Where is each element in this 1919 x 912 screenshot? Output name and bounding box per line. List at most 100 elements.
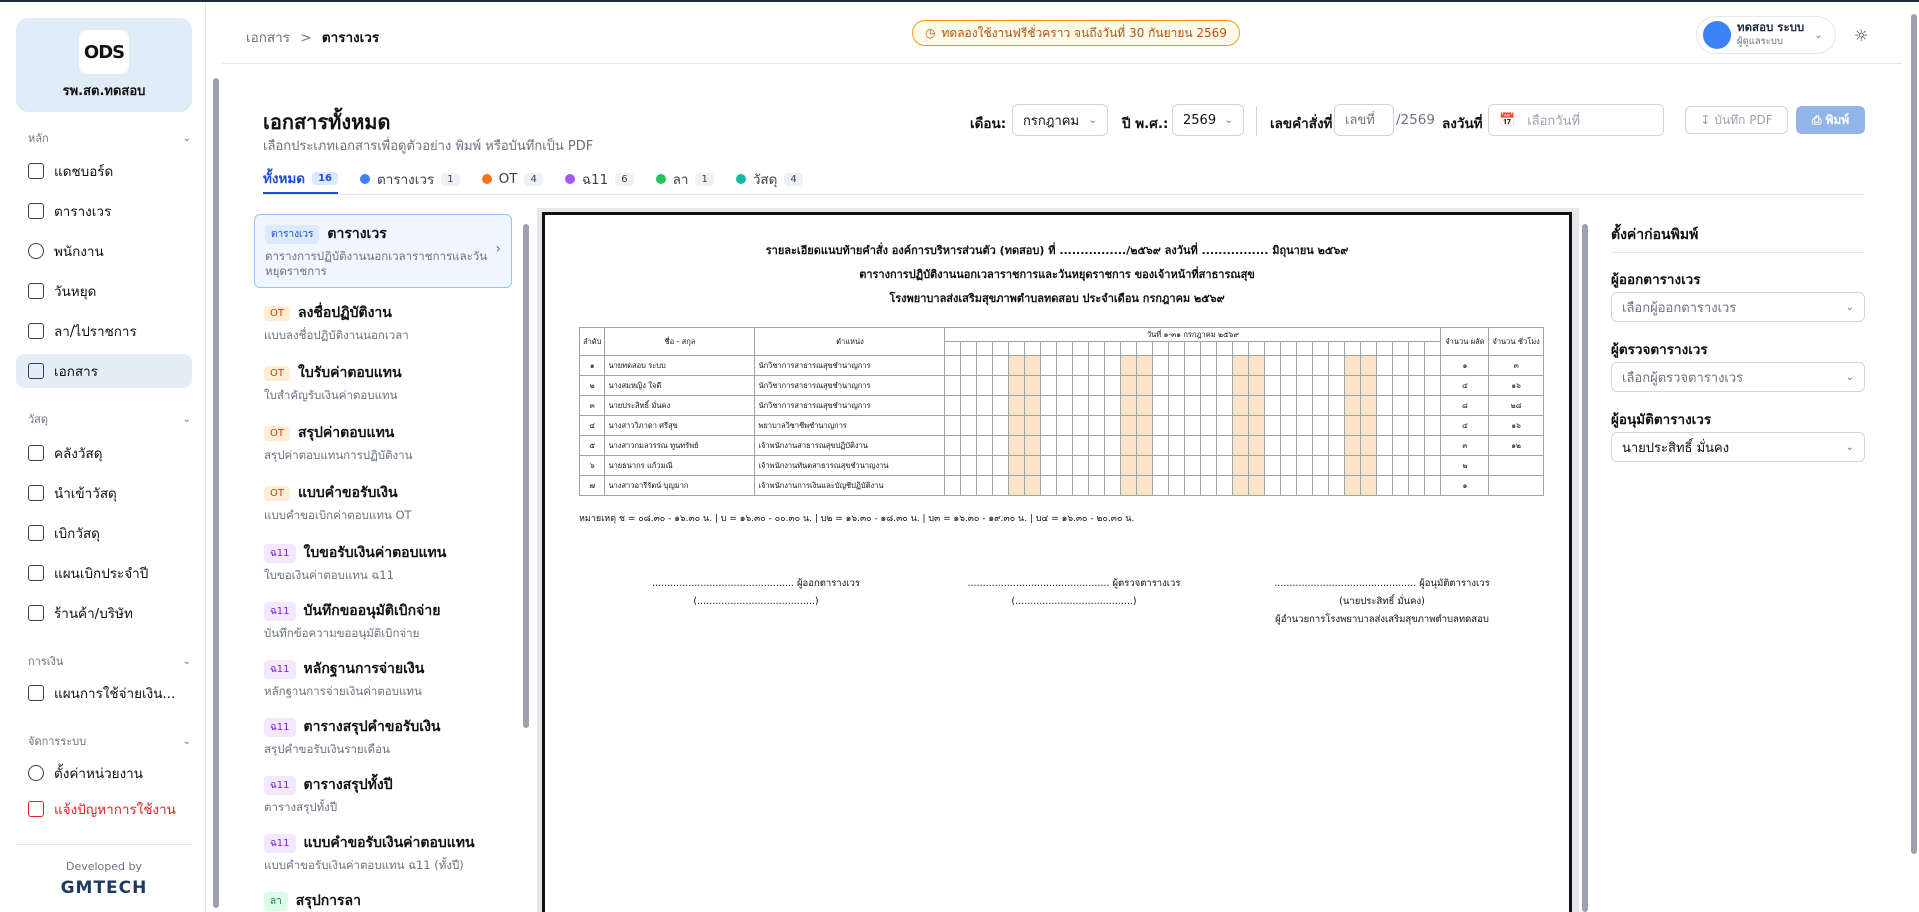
date-placeholder: เลือกวันที่ — [1527, 113, 1581, 129]
day-cell — [1360, 415, 1378, 436]
day-cell — [1312, 475, 1330, 496]
document-title: บันทึกขออนุมัติเบิกจ่าย — [303, 603, 441, 619]
document-item[interactable]: ฉ11 หลักฐานการจ่ายเงิน หลักฐานการจ่ายเงินค… — [254, 650, 512, 707]
tab-ot[interactable]: OT 4 — [481, 164, 543, 194]
day-cell — [1248, 375, 1266, 396]
save-pdf-label: บันทึก PDF — [1714, 112, 1773, 127]
document-item[interactable]: OT ใบรับค่าตอบแทน ใบสำคัญรับเงินค่าตอบแทน — [254, 354, 512, 411]
day-header — [1024, 341, 1042, 356]
brand-name: รพ.สต.ทดสอบ — [62, 84, 146, 99]
approver-select[interactable]: นายประสิทธิ์ มั่นคง ⌄ — [1611, 432, 1865, 462]
document-item[interactable]: ฉ11 ตารางสรุปทั้งปี ตารางสรุปทั้งปี — [254, 766, 512, 823]
sidebar-item-leave[interactable]: ลา/ไปราชการ — [16, 314, 192, 348]
day-cell — [960, 355, 978, 376]
day-cell — [1216, 435, 1234, 456]
sidebar-scrollbar[interactable] — [212, 10, 220, 908]
year-select[interactable]: 2569 ⌄ — [1172, 104, 1244, 136]
checker-select[interactable]: เลือกผู้ตรวจตารางเวร ⌄ — [1611, 362, 1865, 392]
nav-section-supplies[interactable]: วัสดุ ⌄ — [28, 410, 191, 428]
preview-scrollbar[interactable] — [1581, 210, 1589, 912]
day-cell — [944, 395, 962, 416]
order-number-input[interactable] — [1334, 104, 1394, 136]
day-cell — [1232, 375, 1250, 396]
tab-ch11[interactable]: ฉ11 6 — [564, 164, 634, 194]
day-cell — [976, 415, 994, 436]
document-item[interactable]: ฉ11 ตารางสรุปคำขอรับเงิน สรุปคำขอรับเงินรา… — [254, 708, 512, 765]
day-cell — [976, 355, 994, 376]
day-cell — [1312, 395, 1330, 416]
day-cell — [1248, 475, 1266, 496]
nav-section-main[interactable]: หลัก ⌄ — [28, 129, 191, 147]
sidebar-item-schedule[interactable]: ตารางเวร — [16, 194, 192, 228]
scrollbar-thumb[interactable] — [523, 224, 529, 728]
sidebar-item-import[interactable]: นำเข้าวัสดุ — [16, 476, 192, 510]
tab-all[interactable]: ทั้งหมด 16 — [263, 164, 338, 194]
document-item[interactable]: ฉ11 บันทึกขออนุมัติเบิกจ่าย บันทึกข้อความข… — [254, 592, 512, 649]
day-header — [1152, 341, 1170, 356]
day-cell — [1344, 475, 1362, 496]
day-cell — [1376, 355, 1394, 376]
document-desc: ใบสำคัญรับเงินค่าตอบแทน — [264, 388, 398, 402]
user-menu[interactable]: ทดสอบ ระบบ ผู้ดูแลระบบ ⌄ — [1696, 16, 1836, 54]
document-desc: ใบขอเงินค่าตอบแทน ฉ11 — [264, 568, 394, 582]
scrollbar-thumb[interactable] — [1911, 14, 1917, 854]
sidebar-item-spending-plan[interactable]: แผนการใช้จ่ายเงิน... — [16, 676, 192, 710]
document-item[interactable]: ฉ11 ใบขอรับเงินค่าตอบแทน ใบขอเงินค่าตอบแทน… — [254, 534, 512, 591]
document-item[interactable]: ลาสรุปการลารายงานสรุปวันลาของพนักงาน — [254, 882, 512, 912]
scrollbar-thumb[interactable] — [1582, 224, 1588, 912]
sidebar-item-documents[interactable]: เอกสาร — [16, 354, 192, 388]
table-row: ๖นายธนากร แก้วมณี เจ้าพนักงานทันตสาธารณสุ… — [578, 455, 1544, 476]
sidebar-item-annual-plan[interactable]: แผนเบิกประจำปี — [16, 556, 192, 590]
sidebar-item-employees[interactable]: พนักงาน — [16, 234, 192, 268]
print-button[interactable]: ⎙ พิมพ์ — [1796, 106, 1865, 134]
save-pdf-button[interactable]: ↧ บันทึก PDF — [1685, 106, 1788, 134]
scrollbar-thumb[interactable] — [213, 78, 219, 908]
sidebar-item-vendors[interactable]: ร้านค้า/บริษัท — [16, 596, 192, 630]
document-badge: OT — [264, 305, 290, 321]
sidebar-item-inventory[interactable]: คลังวัสดุ — [16, 436, 192, 470]
day-cell — [960, 475, 978, 496]
document-item[interactable]: OT แบบคำขอรับเงิน แบบคำขอเบิกค่าตอบแทน OT — [254, 474, 512, 531]
day-header — [1392, 341, 1410, 356]
sidebar-item-report-issue[interactable]: แจ้งปัญหาการใช้งาน — [16, 792, 192, 826]
date-picker[interactable]: 📅 เลือกวันที่ — [1488, 104, 1664, 136]
day-cell — [1200, 395, 1218, 416]
day-cell — [1024, 455, 1042, 476]
cell-hours: ๑๖ — [1488, 415, 1544, 436]
month-select[interactable]: กรกฎาคม ⌄ — [1012, 104, 1108, 136]
document-item[interactable]: ฉ11 แบบคำขอรับเงินค่าตอบแทน แบบคำขอรับเงิน… — [254, 824, 512, 881]
nav-section-admin[interactable]: จัดการระบบ ⌄ — [28, 732, 191, 750]
document-item[interactable]: ตารางเวร ตารางเวร ตารางการปฏิบัติงานนอกเวล… — [254, 214, 512, 288]
document-title: ใบรับค่าตอบแทน — [297, 365, 402, 381]
doc-heading-3: โรงพยาบาลส่งเสริมสุขภาพตำบลทดสอบ ประจำเด… — [889, 292, 1225, 305]
sidebar-item-withdraw[interactable]: เบิกวัสดุ — [16, 516, 192, 550]
document-item[interactable]: OT ลงชื่อปฏิบัติงาน แบบลงชื่อปฏิบัติงานนอก… — [254, 294, 512, 351]
tab-leave[interactable]: ลา 1 — [655, 164, 714, 194]
day-cell — [1184, 415, 1202, 436]
issuer-select[interactable]: เลือกผู้ออกตารางเวร ⌄ — [1611, 292, 1865, 322]
day-header — [1040, 341, 1058, 356]
document-list-scrollbar[interactable] — [522, 210, 530, 912]
tab-count: 4 — [524, 172, 543, 186]
brand-card[interactable]: ODS รพ.สต.ทดสอบ — [16, 18, 192, 112]
tab-supplies[interactable]: วัสดุ 4 — [735, 164, 803, 194]
page-scrollbar[interactable] — [1910, 4, 1918, 912]
sidebar-item-settings[interactable]: ตั้งค่าหน่วยงาน — [16, 756, 192, 790]
sidebar-item-dashboard[interactable]: แดชบอร์ด — [16, 154, 192, 188]
day-cell — [1008, 395, 1026, 416]
nav-section-finance[interactable]: การเงิน ⌄ — [28, 652, 191, 670]
day-cell — [1120, 375, 1138, 396]
calendar-icon: 📅 — [1499, 112, 1516, 128]
doc-heading-2: ตารางการปฏิบัติงานนอกเวลาราชการและวันหยุ… — [859, 268, 1255, 281]
tab-duty[interactable]: ตารางเวร 1 — [359, 164, 460, 194]
sidebar-item-holidays[interactable]: วันหยุด — [16, 274, 192, 308]
day-cell — [1216, 375, 1234, 396]
breadcrumb-root[interactable]: เอกสาร — [246, 30, 290, 46]
day-cell — [1280, 415, 1298, 436]
document-item[interactable]: OT สรุปค่าตอบแทน สรุปค่าตอบแทนการปฏิบัติงา… — [254, 414, 512, 471]
user-name: ทดสอบ ระบบ — [1737, 20, 1805, 34]
theme-toggle-sun-icon[interactable]: ☼ — [1854, 26, 1868, 45]
table-row: ๔นางสาววิภาดา ศรีสุข พยาบาลวิชาชีพชำนาญกา… — [578, 415, 1544, 436]
checker-value: เลือกผู้ตรวจตารางเวร — [1622, 370, 1744, 386]
day-cell — [1264, 475, 1282, 496]
